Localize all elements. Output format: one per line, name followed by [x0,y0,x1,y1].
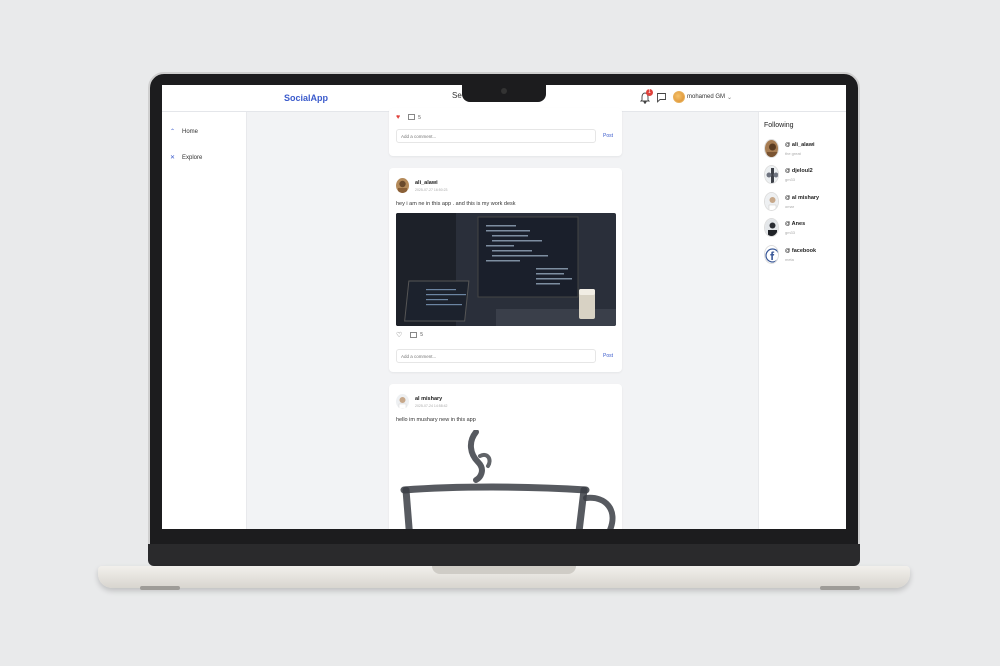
following-item[interactable]: @ ali_alawithe great [764,139,815,158]
user-menu[interactable]: mohamed GM ⌄ [673,91,732,103]
post-card: al mishary 2025-07-24 14:58:42 hello im … [389,384,622,529]
following-subtitle: gm33 [785,229,796,235]
post-header: al mishary 2025-07-24 14:58:42 [396,394,448,409]
avatar[interactable] [396,178,409,193]
avatar [764,218,779,237]
sidebar-item-label: Home [182,128,199,135]
following-name: @ ali_alawi [785,141,815,148]
sidebar-item-explore[interactable]: ✕ Explore [170,154,203,162]
post-timestamp: 2025-07-24 14:58:42 [415,403,448,408]
laptop-trackpad-notch [432,566,576,574]
chevron-down-icon: ⌄ [727,94,733,101]
following-title: Following [764,122,794,129]
following-subtitle: omar [785,203,795,209]
following-name: @ Anes [785,220,806,227]
right-sidebar: Following @ ali_alawithe great @ djeloul… [758,112,846,529]
avatar [764,165,779,184]
following-item[interactable]: @ facebook meta [764,245,816,264]
following-item[interactable]: @ Anes gm33 [764,218,805,237]
sidebar-item-label: Explore [182,154,203,161]
following-item[interactable]: @ al mishary omar [764,192,819,211]
app-logo[interactable]: SocialApp [284,93,328,103]
avatar [764,245,779,264]
post-header: ali_alawi 2025-07-27 16:50:23 [396,178,448,193]
avatar [764,139,779,158]
comment-count: 5 [420,332,424,338]
following-subtitle: meta [785,256,794,262]
comment-icon [410,331,418,338]
following-item[interactable]: @ djeloul2 gm33 [764,165,813,184]
comment-count: 5 [418,114,421,121]
post-author[interactable]: ali_alawi [415,180,448,186]
following-name: @ djeloul2 [785,167,813,174]
avatar [673,91,685,103]
camera-notch [462,84,546,102]
comment-button[interactable]: 5 [408,114,421,121]
notification-badge: 1 [646,89,653,96]
following-subtitle: the great [785,150,801,156]
laptop-foot-left [140,586,180,590]
heart-outline-icon[interactable]: ♡ [396,331,402,339]
post-comment-button[interactable]: Post [603,133,613,139]
avatar [764,192,779,211]
sidebar-item-home[interactable]: ⌃ Home [170,128,199,136]
user-name: mohamed GM [687,94,726,100]
post-card: ♥ 5 Post [389,108,622,156]
post-actions: ♥ 5 [396,114,421,121]
laptop-hinge [148,544,860,566]
post-timestamp: 2025-07-27 16:50:23 [415,187,448,192]
post-actions: ♡ 5 [396,331,423,339]
comment-input[interactable] [396,129,596,143]
home-icon: ⌃ [170,129,176,135]
following-name: @ facebook [785,247,817,254]
notifications-button[interactable]: 1 [639,89,653,105]
post-author[interactable]: al mishary [415,396,448,402]
post-text: hey i am ne in this app . and this is my… [396,201,516,207]
avatar[interactable] [396,394,409,409]
comment-button[interactable]: 5 [410,331,424,339]
feed: ♥ 5 Post ali_alawi 2025-07-27 16:50:23 [389,108,622,529]
post-comment-button[interactable]: Post [603,353,613,359]
chat-icon[interactable] [656,92,667,103]
comment-icon [408,114,416,120]
nav-actions: 1 mohamed GM ⌄ [639,89,732,105]
post-image[interactable] [396,430,616,529]
following-name: @ al mishary [785,194,820,201]
post-image[interactable] [396,213,616,326]
laptop-foot-right [820,586,860,590]
following-subtitle: gm33 [785,176,796,182]
facebook-icon [765,246,778,263]
left-sidebar: ⌃ Home ✕ Explore [162,112,247,529]
post-text: hello im mushary new in this app [396,417,476,423]
post-card: ali_alawi 2025-07-27 16:50:23 hey i am n… [389,168,622,372]
app-screen: SocialApp Se 1 mohamed GM ⌄ ⌃ Home ✕ Exp… [162,85,846,529]
heart-filled-icon[interactable]: ♥ [396,114,400,121]
camera-icon [501,88,507,94]
comment-input[interactable] [396,349,596,363]
explore-icon: ✕ [170,155,176,161]
